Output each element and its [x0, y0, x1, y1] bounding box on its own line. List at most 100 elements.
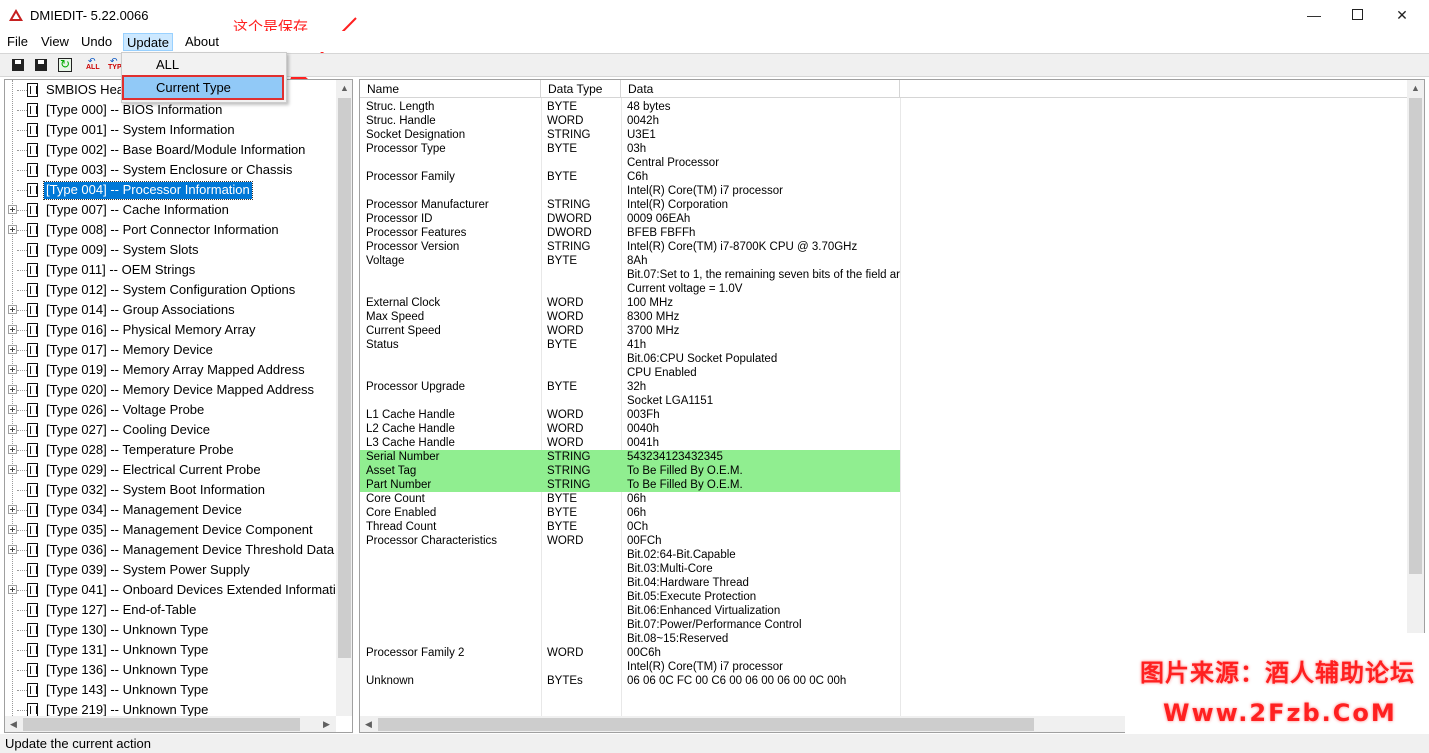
tree-item[interactable]: [Type 008] -- Port Connector Information — [5, 220, 340, 240]
expand-plus-icon[interactable] — [8, 505, 17, 514]
tree-item[interactable]: [Type 035] -- Management Device Componen… — [5, 520, 340, 540]
table-row[interactable]: Bit.04:Hardware Thread — [360, 576, 900, 590]
table-row[interactable]: Bit.05:Execute Protection — [360, 590, 900, 604]
tree-horizontal-scrollbar[interactable]: ◀ ▶ — [5, 716, 336, 732]
tree-item[interactable]: [Type 032] -- System Boot Information — [5, 480, 340, 500]
expand-plus-icon[interactable] — [8, 385, 17, 394]
tree-item[interactable]: [Type 034] -- Management Device — [5, 500, 340, 520]
table-row[interactable]: Intel(R) Core(TM) i7 processor — [360, 184, 900, 198]
table-row[interactable]: Processor Manufacturer STRING Intel(R) Cor… — [360, 198, 900, 212]
expand-plus-icon[interactable] — [8, 205, 17, 214]
table-row[interactable]: Bit.08~15:Reserved — [360, 632, 900, 646]
table-row[interactable]: Core Count BYTE 06h — [360, 492, 900, 506]
column-header-data-type[interactable]: Data Type — [541, 80, 621, 98]
tree-item[interactable]: [Type 026] -- Voltage Probe — [5, 400, 340, 420]
scroll-left-icon[interactable]: ◀ — [5, 716, 22, 732]
table-row[interactable]: Socket Designation STRING U3E1 — [360, 128, 900, 142]
table-row[interactable]: Processor Family BYTE C6h — [360, 170, 900, 184]
expand-plus-icon[interactable] — [8, 325, 17, 334]
table-row[interactable]: Processor Upgrade BYTE 32h — [360, 380, 900, 394]
expand-plus-icon[interactable] — [8, 545, 17, 554]
expand-plus-icon[interactable] — [8, 585, 17, 594]
refresh-button[interactable] — [57, 57, 73, 73]
tree-item[interactable]: [Type 002] -- Base Board/Module Informat… — [5, 140, 340, 160]
scroll-thumb[interactable] — [338, 98, 351, 658]
tree-item[interactable]: [Type 014] -- Group Associations — [5, 300, 340, 320]
tree-item[interactable]: [Type 000] -- BIOS Information — [5, 100, 340, 120]
table-row[interactable]: CPU Enabled — [360, 366, 900, 380]
table-row[interactable]: Part Number STRING To Be Filled By O.E.M. — [360, 478, 900, 492]
scroll-thumb[interactable] — [1409, 98, 1422, 574]
table-row[interactable]: Bit.03:Multi-Core — [360, 562, 900, 576]
expand-plus-icon[interactable] — [8, 405, 17, 414]
table-row[interactable]: L1 Cache Handle WORD 003Fh — [360, 408, 900, 422]
table-row[interactable]: Intel(R) Core(TM) i7 processor — [360, 660, 900, 674]
tree-item[interactable]: [Type 020] -- Memory Device Mapped Addre… — [5, 380, 340, 400]
table-row[interactable]: Bit.02:64-Bit.Capable — [360, 548, 900, 562]
expand-plus-icon[interactable] — [8, 305, 17, 314]
update-all-button[interactable]: ↶ ALL — [86, 56, 104, 73]
table-row[interactable]: Bit.07:Set to 1, the remaining seven bit… — [360, 268, 900, 282]
table-row[interactable]: Socket LGA1151 — [360, 394, 900, 408]
scroll-thumb[interactable] — [378, 718, 1034, 731]
expand-plus-icon[interactable] — [8, 225, 17, 234]
minimize-button[interactable]: — — [1291, 0, 1337, 31]
tree-item[interactable]: [Type 012] -- System Configuration Optio… — [5, 280, 340, 300]
tree-item[interactable]: [Type 029] -- Electrical Current Probe — [5, 460, 340, 480]
scroll-up-icon[interactable]: ▲ — [336, 80, 352, 97]
table-row[interactable]: Bit.06:CPU Socket Populated — [360, 352, 900, 366]
table-row[interactable]: Status BYTE 41h — [360, 338, 900, 352]
tree-pane[interactable]: SMBIOS Header [Type 000] -- BIOS Informat… — [4, 79, 353, 733]
tree-item[interactable]: [Type 011] -- OEM Strings — [5, 260, 340, 280]
table-row[interactable]: Bit.06:Enhanced Virtualization — [360, 604, 900, 618]
tree-item[interactable]: [Type 127] -- End-of-Table — [5, 600, 340, 620]
menu-update[interactable]: Update — [123, 33, 173, 51]
tree-item[interactable]: [Type 004] -- Processor Information — [5, 180, 340, 200]
tree-item[interactable]: [Type 039] -- System Power Supply — [5, 560, 340, 580]
table-row[interactable]: Voltage BYTE 8Ah — [360, 254, 900, 268]
tree-item[interactable]: [Type 003] -- System Enclosure or Chassi… — [5, 160, 340, 180]
column-header-data[interactable]: Data — [621, 80, 900, 98]
tree-item[interactable]: [Type 017] -- Memory Device — [5, 340, 340, 360]
tree-item[interactable]: [Type 028] -- Temperature Probe — [5, 440, 340, 460]
menu-file[interactable]: File — [4, 33, 31, 51]
tree-item[interactable]: [Type 019] -- Memory Array Mapped Addres… — [5, 360, 340, 380]
scroll-up-icon[interactable]: ▲ — [1407, 80, 1424, 97]
menu-about[interactable]: About — [182, 33, 222, 51]
table-row[interactable]: Processor Characteristics WORD 00FCh — [360, 534, 900, 548]
tree-item[interactable]: [Type 136] -- Unknown Type — [5, 660, 340, 680]
tree-item[interactable]: [Type 130] -- Unknown Type — [5, 620, 340, 640]
table-row[interactable]: Serial Number STRING 543234123432345 — [360, 450, 900, 464]
scroll-left-icon[interactable]: ◀ — [360, 716, 377, 732]
table-row[interactable]: Processor Family 2 WORD 00C6h — [360, 646, 900, 660]
tree-item[interactable]: [Type 016] -- Physical Memory Array — [5, 320, 340, 340]
table-row[interactable]: L2 Cache Handle WORD 0040h — [360, 422, 900, 436]
save-button[interactable] — [10, 57, 26, 73]
expand-plus-icon[interactable] — [8, 365, 17, 374]
table-row[interactable]: Unknown BYTEs 06 06 0C FC 00 C6 00 06 00 0… — [360, 674, 900, 688]
table-row[interactable]: Thread Count BYTE 0Ch — [360, 520, 900, 534]
close-button[interactable]: ✕ — [1379, 0, 1425, 31]
expand-plus-icon[interactable] — [8, 425, 17, 434]
menu-view[interactable]: View — [38, 33, 72, 51]
table-row[interactable]: L3 Cache Handle WORD 0041h — [360, 436, 900, 450]
table-row[interactable]: Max Speed WORD 8300 MHz — [360, 310, 900, 324]
tree-item[interactable]: [Type 131] -- Unknown Type — [5, 640, 340, 660]
tree-item[interactable]: [Type 001] -- System Information — [5, 120, 340, 140]
tree-item[interactable]: [Type 041] -- Onboard Devices Extended I… — [5, 580, 340, 600]
expand-plus-icon[interactable] — [8, 445, 17, 454]
save-all-button[interactable] — [33, 57, 49, 73]
table-row[interactable]: Struc. Handle WORD 0042h — [360, 114, 900, 128]
update-type-button[interactable]: ↶ TYP — [108, 56, 122, 73]
scroll-thumb[interactable] — [23, 718, 300, 731]
tree-item[interactable]: [Type 007] -- Cache Information — [5, 200, 340, 220]
tree-item[interactable]: [Type 036] -- Management Device Threshol… — [5, 540, 340, 560]
table-row[interactable]: External Clock WORD 100 MHz — [360, 296, 900, 310]
tree-item[interactable]: [Type 143] -- Unknown Type — [5, 680, 340, 700]
table-row[interactable]: Central Processor — [360, 156, 900, 170]
table-row[interactable]: Processor Features DWORD BFEB FBFFh — [360, 226, 900, 240]
menu-item-all[interactable]: ALL — [124, 54, 284, 76]
expand-plus-icon[interactable] — [8, 465, 17, 474]
column-header-name[interactable]: Name — [360, 80, 541, 98]
tree-vertical-scrollbar[interactable]: ▲ — [336, 80, 352, 716]
